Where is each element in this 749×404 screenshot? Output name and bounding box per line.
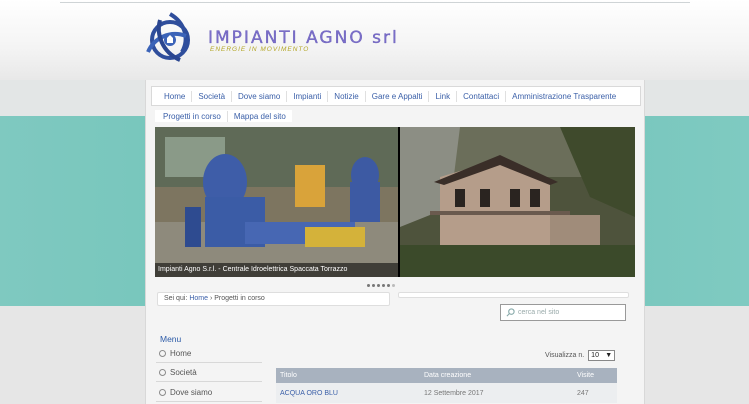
search-icon (506, 308, 515, 317)
nav-item-dove-siamo[interactable]: Dove siamo (232, 90, 288, 102)
image-slider[interactable]: Impianti Agno S.r.l. - Centrale Idroelet… (155, 127, 635, 277)
slider-dot[interactable] (392, 283, 395, 287)
nav-item-amministrazione-trasparente[interactable]: Amministrazione Trasparente (506, 91, 622, 102)
column-header-data-creazione[interactable]: Data creazione (420, 368, 565, 383)
table-row: ACQUA ORO BLU 12 Settembre 2017 247 (276, 383, 617, 403)
slider-dot[interactable] (377, 283, 380, 287)
column-header-titolo[interactable]: Titolo (276, 368, 412, 383)
display-count-value: 10 (591, 352, 599, 359)
projects-table: Titolo Data creazione Visite ACQUA ORO B… (276, 368, 617, 403)
sidebar-item-label: Dove siamo (170, 388, 213, 397)
bullet-icon (159, 389, 166, 396)
breadcrumb-home-link[interactable]: Home (189, 295, 208, 302)
table-cell-visits: 247 (573, 383, 617, 403)
slider-caption: Impianti Agno S.r.l. - Centrale Idroelet… (155, 263, 398, 277)
breadcrumb: Sei qui: Home › Progetti in corso (157, 292, 390, 306)
slide-image-power-plant: Impianti Agno S.r.l. - Centrale Idroelet… (155, 127, 398, 277)
column-separator (565, 383, 573, 403)
column-separator (412, 383, 420, 403)
company-logo-icon[interactable] (140, 8, 200, 68)
sidebar-item-societa[interactable]: Società (156, 364, 262, 382)
nav-item-impianti[interactable]: Impianti (287, 90, 329, 102)
slider-dot[interactable] (382, 283, 385, 287)
slider-dot[interactable] (372, 283, 375, 287)
breadcrumb-separator: › (209, 295, 213, 302)
sidebar-item-label: Società (170, 368, 197, 377)
nav-item-home[interactable]: Home (158, 90, 193, 102)
nav-item-link[interactable]: Link (429, 90, 458, 102)
sidebar-item-home[interactable]: Home (156, 345, 262, 363)
site-title[interactable]: IMPIANTI AGNO srl (208, 28, 399, 48)
top-divider (60, 0, 690, 3)
table-cell-title: ACQUA ORO BLU (276, 383, 412, 403)
display-count-label: Visualizza n. (545, 352, 585, 359)
bullet-icon (159, 369, 166, 376)
slider-dot[interactable] (367, 283, 370, 287)
nav-item-societa[interactable]: Società (192, 90, 233, 102)
chevron-down-icon: ▼ (605, 352, 613, 359)
column-separator (565, 368, 573, 383)
column-header-visite[interactable]: Visite (573, 368, 617, 383)
bullet-icon (159, 350, 166, 357)
nav-item-progetti-in-corso[interactable]: Progetti in corso (157, 110, 228, 122)
right-panel-header (398, 292, 629, 298)
search-placeholder: cerca nel sito (518, 309, 560, 316)
slider-pagination (367, 282, 395, 288)
article-link[interactable]: ACQUA ORO BLU (280, 390, 338, 397)
display-count-select[interactable]: 10 ▼ (588, 350, 616, 361)
nav-item-mappa-del-sito[interactable]: Mappa del sito (228, 111, 292, 122)
nav-item-notizie[interactable]: Notizie (328, 90, 366, 102)
sidebar-item-dove-siamo[interactable]: Dove siamo (156, 384, 262, 402)
table-header-row: Titolo Data creazione Visite (276, 368, 617, 383)
breadcrumb-prefix: Sei qui: (164, 295, 188, 302)
main-nav: Home Società Dove siamo Impianti Notizie… (151, 86, 641, 106)
sidebar-menu-title: Menu (160, 334, 182, 344)
search-input[interactable]: cerca nel sito (500, 304, 626, 321)
slide-image-building (400, 127, 635, 277)
breadcrumb-current: Progetti in corso (214, 295, 265, 302)
display-count-control: Visualizza n. 10 ▼ (545, 350, 616, 361)
table-cell-date: 12 Settembre 2017 (420, 383, 565, 403)
column-separator (412, 368, 420, 383)
secondary-nav: Progetti in corso Mappa del sito (155, 110, 292, 122)
slider-dot[interactable] (387, 283, 390, 287)
nav-item-contattaci[interactable]: Contattaci (457, 90, 507, 102)
site-tagline: ENERGIE IN MOVIMENTO (210, 46, 310, 53)
nav-item-gare-appalti[interactable]: Gare e Appalti (366, 90, 430, 102)
sidebar-item-label: Home (170, 349, 192, 358)
